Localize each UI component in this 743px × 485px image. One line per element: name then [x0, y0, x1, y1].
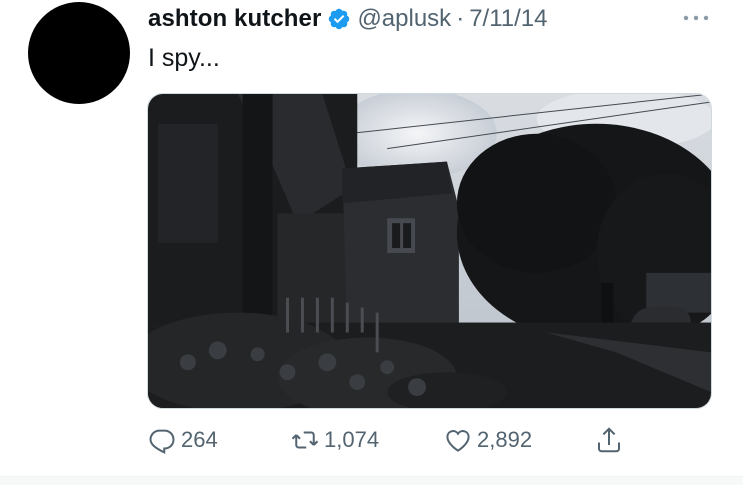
- more-dots-icon[interactable]: [680, 8, 712, 28]
- retweet-button[interactable]: 1,074: [290, 425, 379, 455]
- tweet-actions: 264 1,074 2,892: [147, 425, 647, 461]
- share-icon: [598, 427, 620, 453]
- reply-icon: [149, 429, 175, 454]
- bottom-edge: [0, 477, 743, 485]
- retweet-count: 1,074: [324, 427, 380, 452]
- like-count: 2,892: [477, 427, 533, 452]
- separator-dot: ·: [456, 5, 465, 32]
- author-name[interactable]: ashton kutcher: [148, 5, 321, 33]
- reply-count: 264: [181, 427, 218, 452]
- tweet-date[interactable]: 7/11/14: [469, 5, 547, 33]
- heart-icon: [446, 430, 470, 452]
- retweet-icon: [291, 431, 319, 449]
- reply-button[interactable]: 264: [147, 425, 218, 455]
- tweet-text: I spy...: [148, 44, 220, 72]
- author-handle[interactable]: @aplusk: [357, 5, 451, 33]
- verified-badge-icon: [327, 7, 351, 31]
- tweet-header: ashton kutcher @aplusk · 7/11/14: [148, 2, 547, 36]
- avatar[interactable]: [28, 2, 130, 104]
- tweet-photo[interactable]: [147, 93, 712, 409]
- share-button[interactable]: [594, 425, 624, 455]
- like-button[interactable]: 2,892: [443, 425, 532, 455]
